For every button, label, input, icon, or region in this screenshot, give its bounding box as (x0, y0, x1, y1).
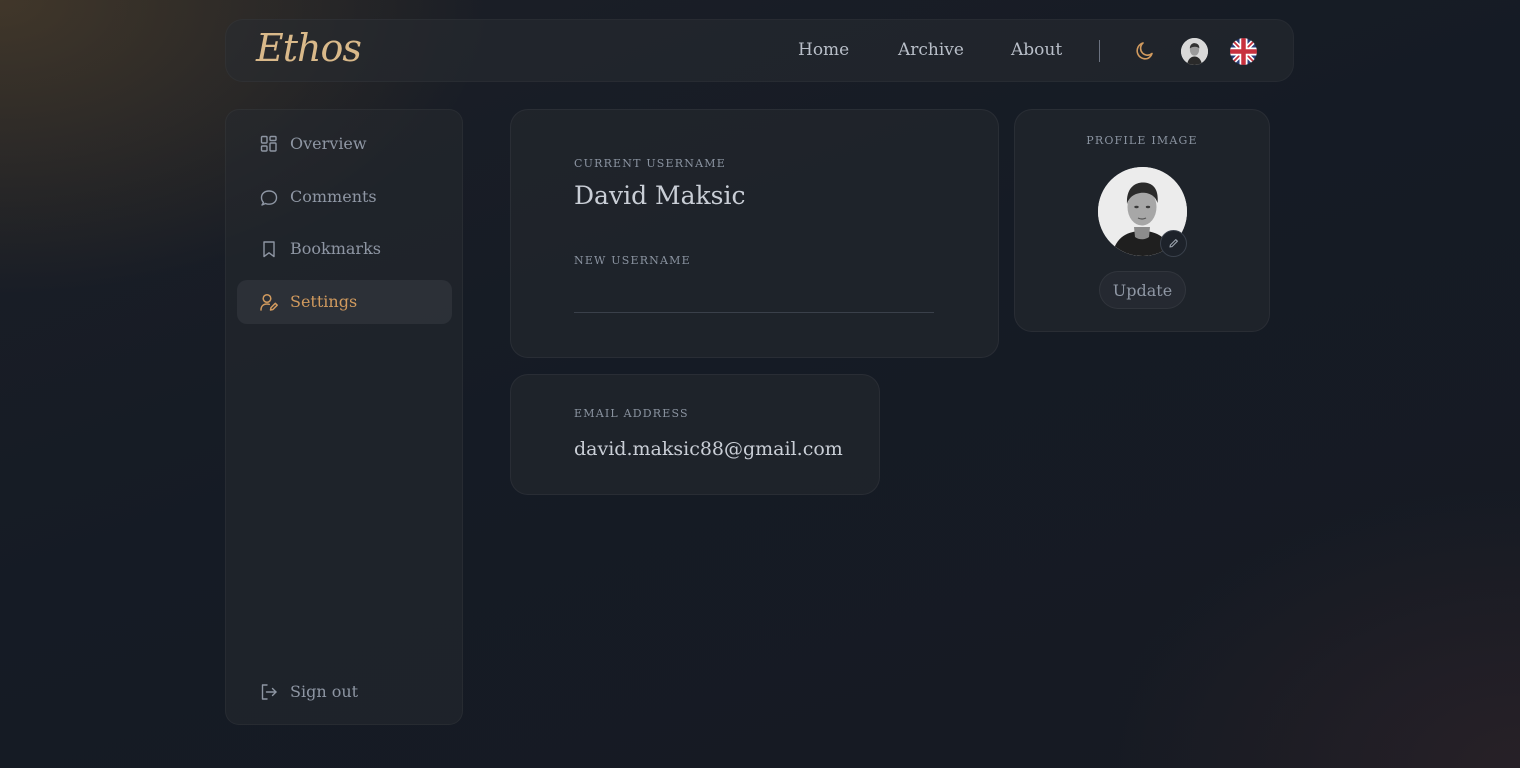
sidebar-item-bookmarks[interactable]: Bookmarks (237, 227, 452, 271)
moon-icon[interactable] (1132, 39, 1156, 63)
comment-icon (259, 187, 279, 207)
sidebar-item-overview[interactable]: Overview (237, 122, 452, 166)
signout-icon (259, 682, 279, 702)
current-username-value: David Maksic (574, 181, 746, 210)
uk-flag-icon[interactable] (1230, 38, 1257, 65)
logo[interactable]: Ethos (256, 26, 362, 70)
username-card: Current Username David Maksic New Userna… (510, 109, 999, 358)
edit-avatar-button[interactable] (1160, 230, 1187, 257)
profile-image-label: Profile Image (1086, 134, 1198, 147)
user-edit-icon (259, 292, 279, 312)
update-profile-image-button[interactable]: Update (1099, 271, 1186, 309)
sidebar-item-settings[interactable]: Settings (237, 280, 452, 324)
sidebar-item-label: Sign out (290, 682, 359, 701)
bookmark-icon (259, 239, 279, 259)
avatar[interactable] (1181, 38, 1208, 65)
nav-about-link[interactable]: About (1011, 40, 1062, 60)
sidebar-item-label: Settings (290, 292, 358, 311)
sidebar-item-label: Bookmarks (290, 239, 381, 258)
sidebar-item-comments[interactable]: Comments (237, 175, 452, 219)
email-card: Email Address david.maksic88@gmail.com (510, 374, 880, 495)
nav-home-link[interactable]: Home (798, 40, 849, 60)
sidebar-item-label: Comments (290, 187, 377, 206)
new-username-label: New Username (574, 254, 691, 267)
email-value: david.maksic88@gmail.com (574, 438, 843, 460)
top-navbar: Ethos Home Archive About (225, 19, 1294, 82)
sidebar: Overview Comments Bookmarks Settings Sig… (225, 109, 463, 725)
nav-divider (1099, 40, 1100, 62)
email-label: Email Address (574, 407, 689, 420)
new-username-input[interactable] (574, 272, 934, 313)
sidebar-item-signout[interactable]: Sign out (237, 670, 452, 714)
pencil-icon (1169, 239, 1178, 248)
sidebar-item-label: Overview (290, 134, 367, 153)
profile-image-card: Profile Image Update (1014, 109, 1270, 332)
nav-archive-link[interactable]: Archive (898, 40, 964, 60)
grid-icon (259, 134, 279, 154)
current-username-label: Current Username (574, 157, 726, 170)
